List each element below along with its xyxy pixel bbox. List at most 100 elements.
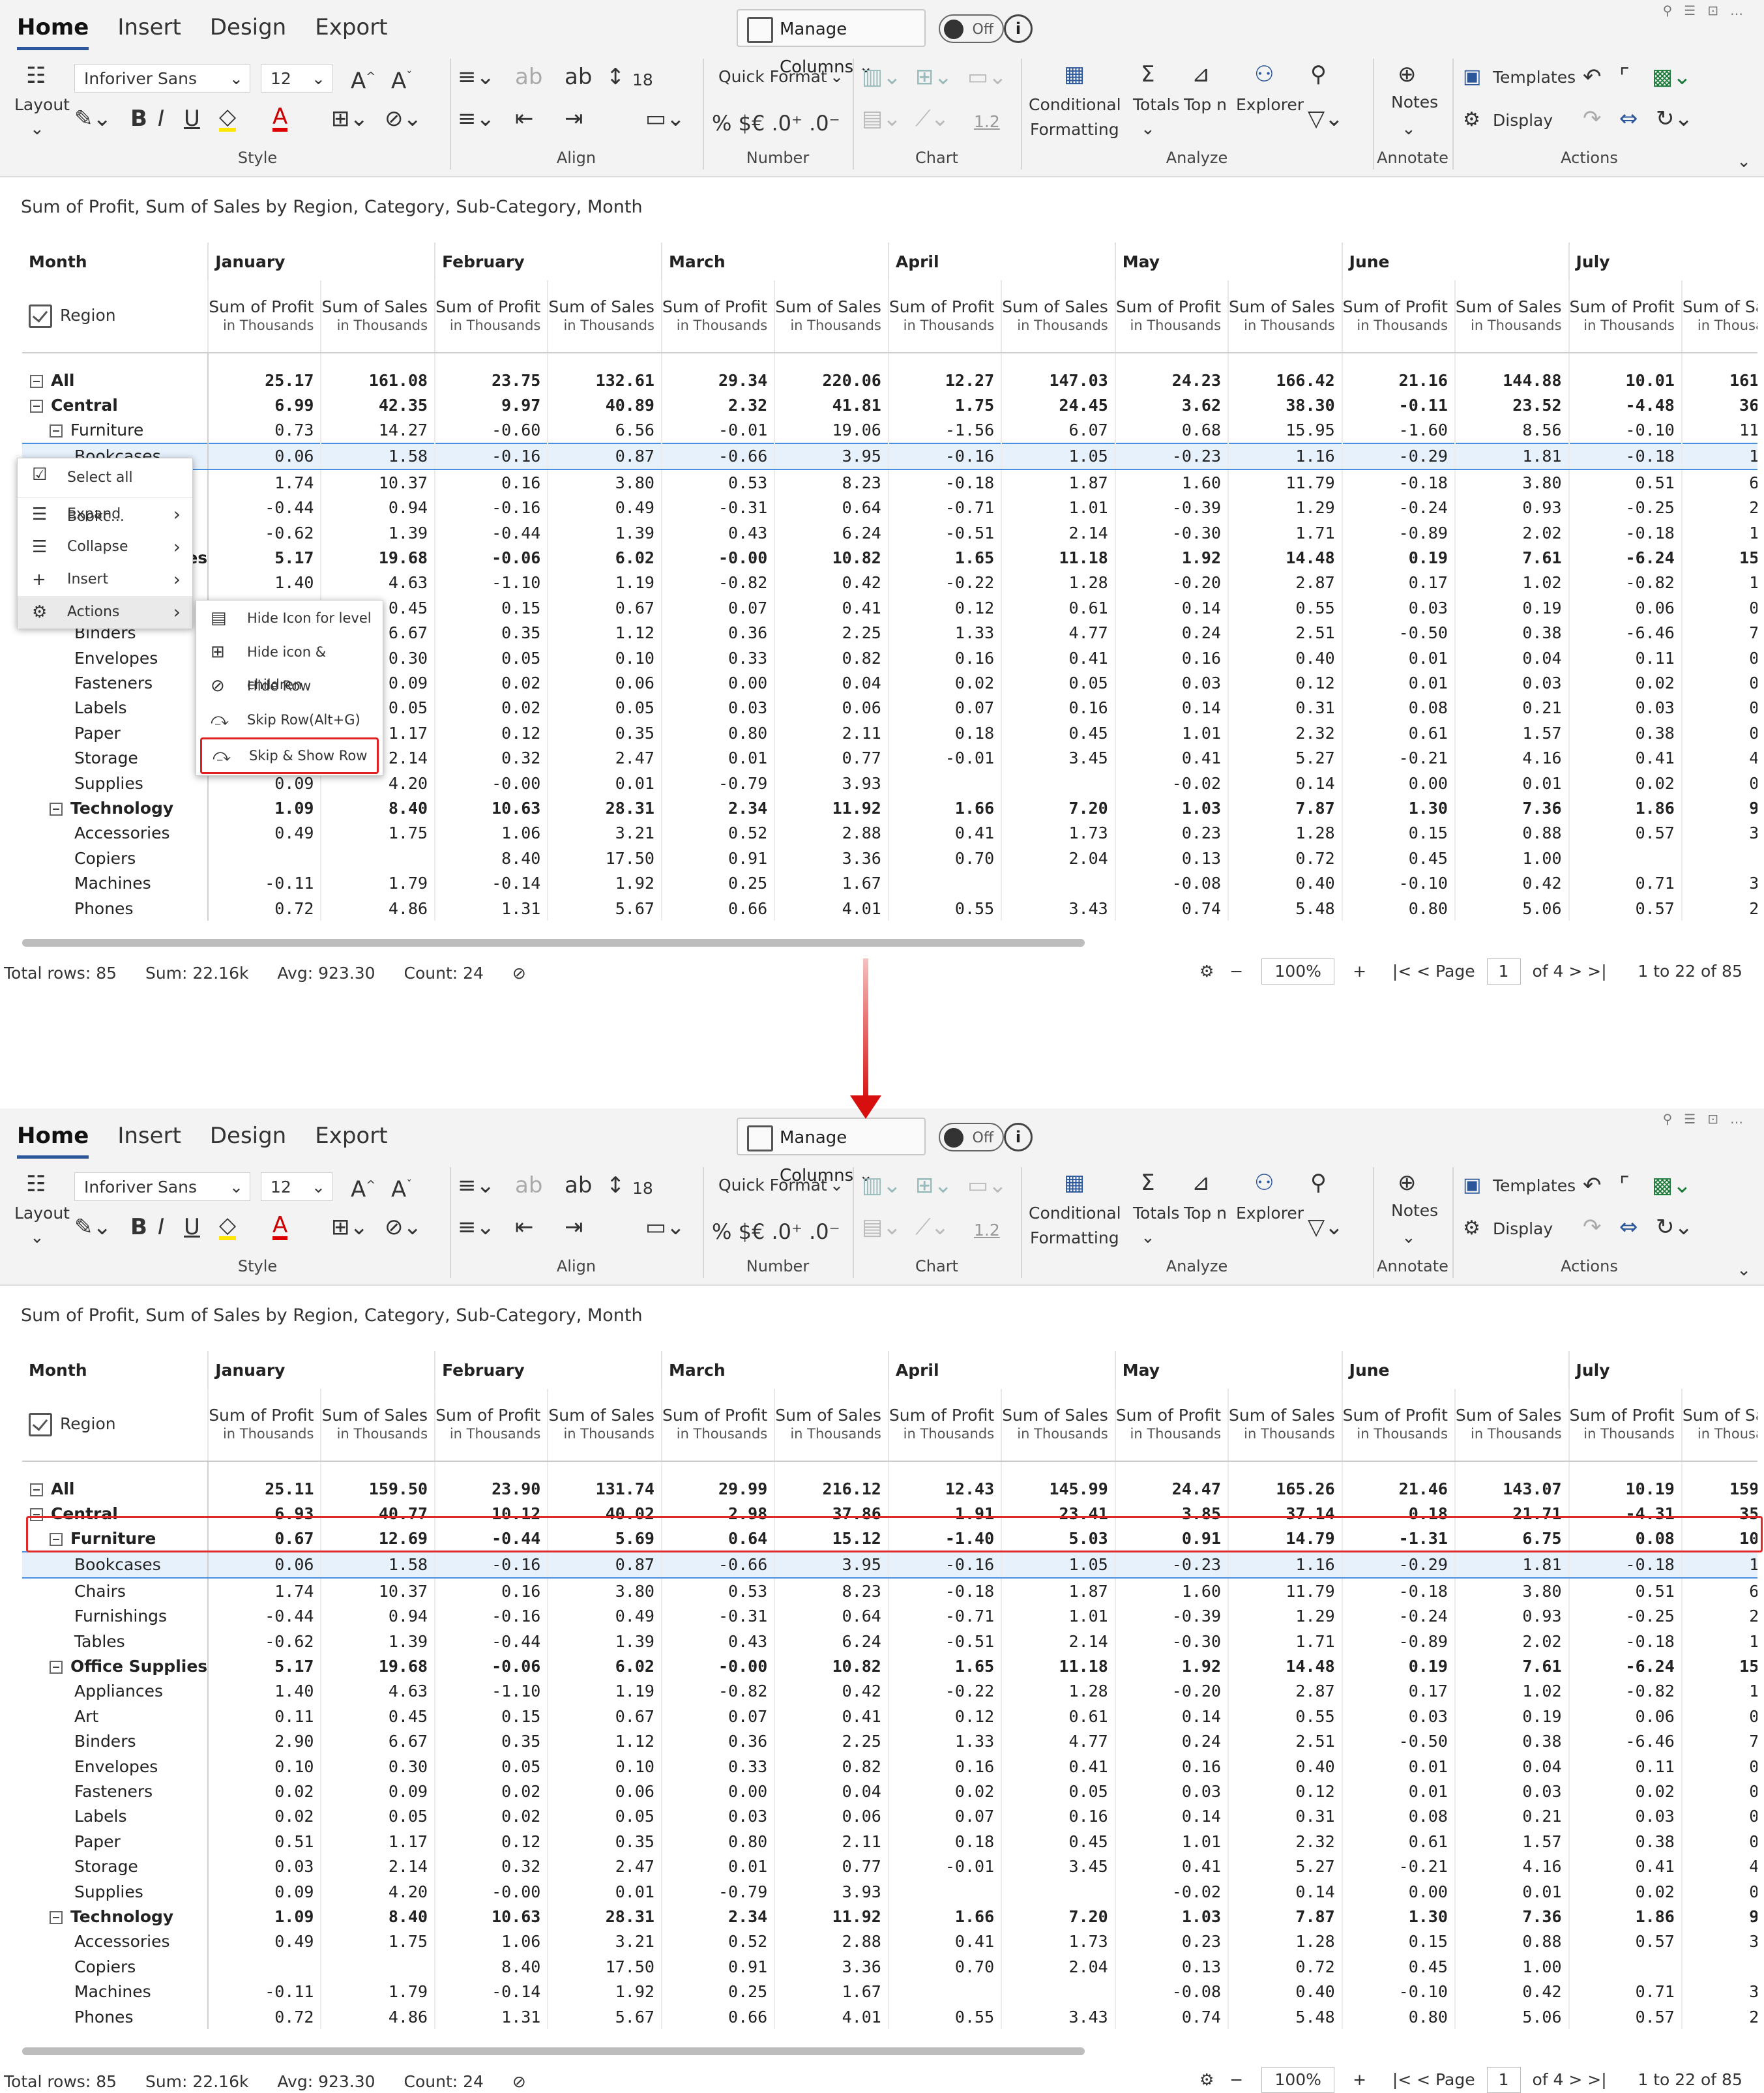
table-cell[interactable]: 2.87 [1227,570,1342,596]
table-cell[interactable]: 0.39 [1681,595,1757,621]
table-cell[interactable]: -0.11 [207,870,321,896]
row-header[interactable]: Central [22,393,209,418]
table-cell[interactable]: 1.33 [887,620,1002,646]
row-header[interactable]: Furniture [22,417,209,443]
table-cell[interactable]: -1.40 [887,1526,1002,1552]
gear-icon[interactable]: ⚙ [1199,2070,1214,2089]
table-cell[interactable]: 0.15 [434,1704,548,1729]
table-cell[interactable]: 19.06 [774,417,889,443]
table-cell[interactable]: 1.12 [547,620,662,646]
measure-header-profit[interactable]: Sum of Profit in Thousands [1568,280,1682,353]
increase-font-icon[interactable]: A^ [351,1172,375,1202]
table-cell[interactable]: 0.06 [1568,595,1682,621]
table-cell[interactable]: 1.02 [1454,570,1569,596]
table-cell[interactable]: 0.03 [1341,595,1455,621]
table-cell[interactable]: -0.22 [887,1678,1002,1704]
font-size-select[interactable]: 12 ⌄ [261,64,332,93]
table-cell[interactable]: 0.06 [547,670,662,696]
month-july[interactable]: July [1568,243,1757,280]
table-cell[interactable]: -0.08 [1114,1979,1229,2004]
table-cell[interactable]: 3.80 [547,469,662,496]
row-header[interactable]: Labels [22,695,209,721]
font-size-select[interactable]: 12 ⌄ [261,1172,332,1201]
table-cell[interactable]: 1.58 [320,1551,435,1579]
fit-width-icon[interactable]: ⇔ [1619,1214,1638,1240]
table-row[interactable]: Furniture 0.67 12.69 -0.44 5.69 0.64 15.12 -1.4… [22,1526,1757,1552]
table-cell[interactable]: 1.67 [774,870,889,896]
table-cell[interactable]: 0.41 [1001,1753,1115,1779]
row-header[interactable]: Copiers [22,1954,209,1980]
table-cell[interactable]: 0.49 [207,820,321,846]
table-row[interactable]: Binders2.906.670.351.120.362.251.334.770… [22,1729,1757,1754]
table-cell[interactable]: 0.80 [660,720,775,746]
table-cell[interactable]: 2.47 [547,1854,662,1879]
table-cell[interactable]: 0.15 [1341,1929,1455,1955]
table-cell[interactable]: 216.12 [774,1461,889,1501]
table-cell[interactable]: 1.86 [1568,1904,1682,1929]
row-header[interactable]: Envelopes [22,645,209,671]
undo-icon[interactable]: ↶ [1583,1172,1602,1198]
measure-header-sales[interactable]: Sum of Salesin Thousands [1454,1389,1569,1462]
table-cell[interactable] [1001,770,1115,796]
table-cell[interactable]: 2.02 [1454,1628,1569,1654]
table-cell[interactable]: 0.41 [1114,1854,1229,1879]
table-cell[interactable]: 1.05 [1001,1551,1115,1579]
table-cell[interactable]: 9.32 [1681,1904,1757,1929]
table-cell[interactable]: 0.43 [660,520,775,546]
table-cell[interactable]: 0.17 [1341,1678,1455,1704]
month-june[interactable]: June [1341,1351,1569,1389]
table-cell[interactable]: 4.16 [1454,1854,1569,1879]
table-cell[interactable]: 0.93 [1454,1603,1569,1629]
totals-icon[interactable]: Σ [1141,61,1154,87]
table-cell[interactable]: 0.24 [1114,620,1229,646]
table-cell[interactable]: 0.05 [1001,670,1115,696]
table-cell[interactable]: 0.16 [434,1578,548,1604]
table-cell[interactable]: 23.90 [434,1461,548,1501]
undo-icon[interactable]: ↶ [1583,64,1602,90]
table-cell[interactable]: 1.06 [434,1929,548,1955]
row-header[interactable]: Fasteners [22,1779,209,1804]
table-cell[interactable]: 1.91 [887,1501,1002,1526]
table-cell[interactable]: -0.82 [660,570,775,596]
table-cell[interactable]: 0.16 [1001,695,1115,721]
table-cell[interactable]: 5.27 [1227,1854,1342,1879]
table-cell[interactable]: 0.07 [660,1704,775,1729]
table-cell[interactable]: 0.02 [887,1779,1002,1804]
table-cell[interactable]: -0.01 [887,1854,1002,1879]
table-cell[interactable]: 19.68 [320,1654,435,1679]
notes-icon[interactable]: ⊕ [1398,61,1417,87]
table-cell[interactable]: 0.55 [1227,595,1342,621]
table-cell[interactable]: -0.18 [1568,442,1682,471]
table-cell[interactable]: 0.45 [320,1704,435,1729]
table-row[interactable]: Accessories 0.49 1.75 1.06 3.21 0.52 2.88 0.41 1… [22,820,1757,846]
table-row[interactable]: Appliances1.404.63-1.101.19-0.820.42-0.2… [22,1678,1757,1704]
table-cell[interactable]: 3.43 [1001,2004,1115,2029]
table-cell[interactable]: 1.87 [1001,1578,1115,1604]
display-label[interactable]: Display [1493,111,1553,130]
table-cell[interactable]: -0.82 [1568,570,1682,596]
table-cell[interactable]: 3.21 [547,820,662,846]
table-cell[interactable]: 0.18 [887,1829,1002,1854]
templates-icon[interactable]: ▣ [1463,64,1481,90]
table-cell[interactable]: 5.48 [1227,2004,1342,2029]
table-row[interactable]: All 25.17 161.08 23.75 132.61 29.34 220.06 12.2… [22,353,1757,393]
table-cell[interactable]: 1.05 [1001,442,1115,471]
sparkline-icon[interactable]: ⟋⌄ [915,106,949,132]
table-cell[interactable]: 1.79 [320,870,435,896]
table-cell[interactable]: 0.35 [547,720,662,746]
table-cell[interactable]: 1.80 [1681,1678,1757,1704]
table-cell[interactable]: 11.92 [774,795,889,821]
table-cell[interactable] [207,846,321,871]
table-cell[interactable]: 6.24 [774,520,889,546]
table-cell[interactable]: 1.39 [320,1628,435,1654]
templates-icon[interactable]: ▣ [1463,1172,1481,1198]
table-cell[interactable]: 0.04 [774,1779,889,1804]
measure-header-sales[interactable]: Sum of Salesin Thousands [547,280,662,353]
table-cell[interactable]: 12.27 [887,353,1002,393]
table-chart-icon[interactable]: ▤⌄ [862,1214,902,1240]
table-cell[interactable]: 25.11 [207,1461,321,1501]
table-cell[interactable]: 0.53 [660,469,775,496]
frame-icon[interactable]: ⌜ [1619,64,1630,90]
table-cell[interactable]: 2.88 [774,820,889,846]
checkbox-icon[interactable] [29,1413,52,1436]
